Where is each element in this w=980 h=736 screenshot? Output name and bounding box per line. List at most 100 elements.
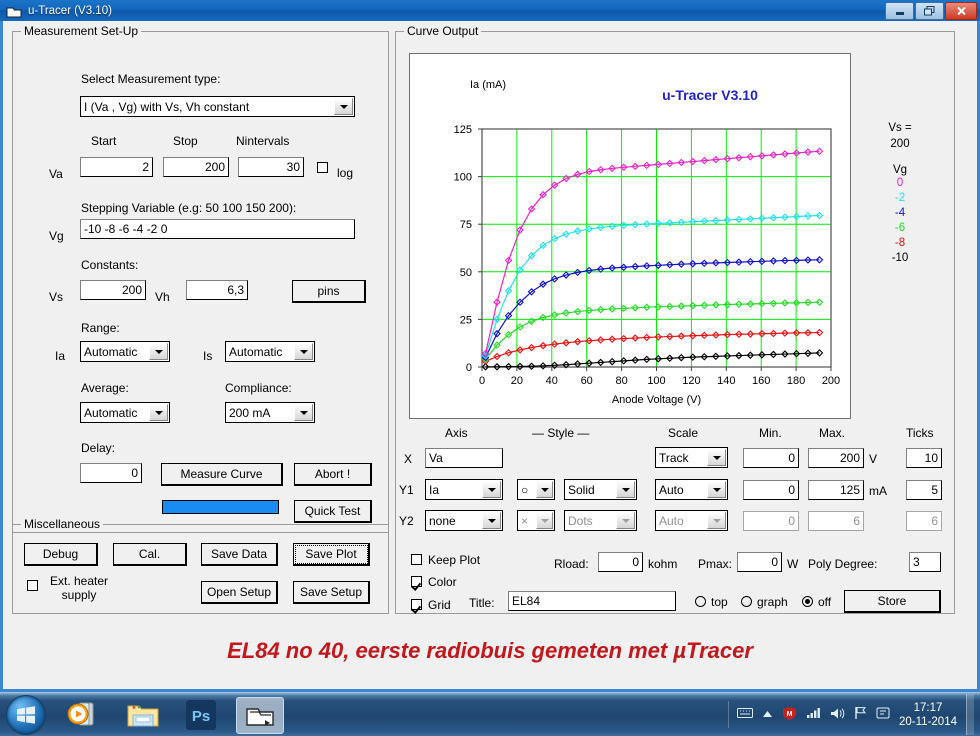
keep-plot-checkbox[interactable] [411,554,422,565]
chevron-down-icon[interactable] [482,512,501,529]
keyboard-icon[interactable] [737,707,754,722]
show-hidden-icons-icon[interactable] [762,709,773,721]
chevron-down-icon[interactable] [616,512,635,529]
y1-axis-combo[interactable]: Ia [425,479,503,500]
color-checkbox[interactable] [411,576,422,587]
chevron-down-icon[interactable] [536,512,553,529]
y1-min-input[interactable]: 0 [743,480,799,500]
va-start-value: 2 [142,160,149,174]
quick-test-label: Quick Test [304,504,361,518]
va-stop-input[interactable]: 200 [163,157,229,177]
chevron-down-icon[interactable] [149,343,168,360]
x-ticks-input[interactable]: 10 [906,448,942,468]
rload-input[interactable]: 0 [598,552,643,572]
taskbar-item-media-player[interactable] [60,697,106,732]
chevron-down-icon[interactable] [294,343,313,360]
x-max-input[interactable]: 200 [808,448,864,468]
taskbar-item-utracer[interactable] [236,697,284,734]
taskbar-item-windows-explorer[interactable] [120,697,166,732]
chevron-down-icon[interactable] [616,481,635,498]
quick-test-button[interactable]: Quick Test [294,500,372,523]
y2-min-input[interactable]: 0 [743,511,799,531]
log-checkbox[interactable] [317,162,328,173]
grid-checkbox[interactable] [411,599,422,610]
rload-unit-label: kohm [648,557,678,571]
chevron-down-icon[interactable] [707,481,726,498]
chevron-down-icon[interactable] [482,481,501,498]
chevron-down-icon[interactable] [334,98,353,115]
ext-heater-checkbox[interactable] [27,580,38,591]
y2-scale-combo[interactable]: Auto [655,510,728,531]
delay-input[interactable]: 0 [80,463,142,483]
vs-label: Vs [49,290,64,304]
pmax-input[interactable]: 0 [737,552,782,572]
log-label: log [337,166,354,180]
y1-scale-combo[interactable]: Auto [655,479,728,500]
y2-max-input[interactable]: 6 [808,511,864,531]
y2-marker-combo[interactable]: × [517,510,555,531]
chevron-down-icon[interactable] [536,481,553,498]
va-nintervals-input[interactable]: 30 [238,157,304,177]
va-start-input[interactable]: 2 [80,157,153,177]
measure-curve-button[interactable]: Measure Curve [161,463,283,486]
store-button[interactable]: Store [844,590,941,613]
chevron-down-icon[interactable] [149,404,168,421]
taskbar-clock[interactable]: 17:17 20-11-2014 [899,701,957,729]
y1-line-combo[interactable]: Solid [564,479,637,500]
chevron-down-icon[interactable] [707,449,726,466]
photoshop-icon: Ps [186,700,216,730]
chevron-down-icon[interactable] [707,512,726,529]
y2-ticks-input[interactable]: 6 [906,511,942,531]
abort-button[interactable]: Abort ! [294,463,372,486]
legend-item--8: -8 [894,237,906,249]
open-setup-button[interactable]: Open Setup [201,581,278,604]
radio-off[interactable] [802,596,813,607]
average-combo[interactable]: Automatic [80,402,170,423]
show-desktop-button[interactable] [966,694,974,735]
device-icon[interactable] [876,706,890,723]
taskbar-item-photoshop[interactable]: Ps [178,697,224,732]
y2-axis-combo[interactable]: none [425,510,503,531]
save-plot-label: Save Plot [305,547,357,561]
mcafee-icon[interactable]: M [782,706,797,724]
x-axis-input[interactable]: Va [425,448,503,468]
svg-text:140: 140 [717,375,735,387]
save-plot-button[interactable]: Save Plot [293,543,370,566]
vh-input[interactable]: 6,3 [186,280,248,300]
cal-button[interactable]: Cal. [113,543,187,566]
vs-input[interactable]: 200 [80,280,146,300]
volume-icon[interactable] [830,707,845,723]
minimize-button[interactable] [885,2,914,20]
y1-ticks-input[interactable]: 5 [906,480,942,500]
plot-title-input[interactable]: EL84 [508,591,676,611]
close-button[interactable] [945,2,977,20]
y1-marker-combo[interactable]: ○ [517,479,555,500]
start-orb-button[interactable] [6,695,46,735]
ia-range-combo[interactable]: Automatic [80,341,170,362]
va-nintervals-value: 30 [286,160,300,174]
vg-input[interactable]: -10 -8 -6 -4 -2 0 [80,219,355,239]
window-body: Measurement Set-Up Select Measurement ty… [0,21,980,692]
debug-button[interactable]: Debug [24,543,98,566]
y1-max-input[interactable]: 125 [808,480,864,500]
network-icon[interactable] [806,707,821,722]
is-range-combo[interactable]: Automatic [225,341,315,362]
radio-top[interactable] [695,596,706,607]
save-data-button[interactable]: Save Data [201,543,278,566]
action-flag-icon[interactable] [854,706,867,723]
measurement-setup-legend: Measurement Set-Up [21,24,142,38]
measurement-type-combo[interactable]: I (Va , Vg) with Vs, Vh constant [80,96,355,117]
compliance-combo[interactable]: 200 mA [225,402,315,423]
ia-va-curve-chart: u-Tracer V3.10 Ia (mA) 0 25 50 75 100 125 0 20 40 6… [410,54,850,418]
x-min-input[interactable]: 0 [743,448,799,468]
poly-degree-value: 3 [913,555,920,569]
maximize-restore-button[interactable] [915,2,944,20]
y2-line-combo[interactable]: Dots [564,510,637,531]
radio-graph[interactable] [741,596,752,607]
x-scale-combo[interactable]: Track [655,447,728,468]
chevron-down-icon[interactable] [294,404,313,421]
pins-button[interactable]: pins [292,280,366,303]
save-setup-button[interactable]: Save Setup [293,581,370,604]
y1-min-value: 0 [788,483,795,497]
poly-degree-input[interactable]: 3 [909,552,941,572]
